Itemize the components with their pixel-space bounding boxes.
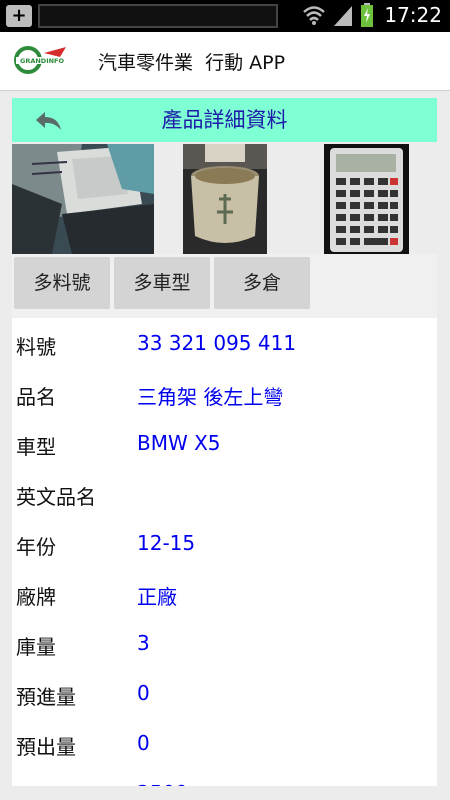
add-notification-icon: + [6,5,32,27]
tab-multi-warehouse[interactable]: 多倉 [214,257,310,309]
field-value: BMW X5 [137,431,221,455]
field-value: 2500 [137,781,188,786]
field-label: A價 [16,781,50,786]
field-label: 預出量 [16,735,76,759]
tab-multi-part-number[interactable]: 多料號 [14,257,110,309]
field-value: 0 [137,731,150,755]
field-label: 料號 [16,335,56,359]
field-row-stock: 庫量 3 [12,623,437,663]
field-value: 33 321 095 411 [137,331,297,355]
app-bar: GRANDINFO 汽車零件業 行動 APP [0,32,450,91]
field-label: 年份 [16,535,56,559]
field-label: 英文品名 [16,485,96,509]
back-arrow-icon[interactable] [34,109,64,133]
field-label: 廠牌 [16,585,56,609]
signal-icon [334,6,353,26]
field-row-product-name: 品名 三角架 後左上彎 [12,373,437,413]
status-icons: 17:22 [302,3,442,27]
field-value: 三角架 後左上彎 [137,385,284,409]
product-detail-panel: 產品詳細資料 多料號 多車型 多倉 料號 33 321 095 411 品名 三… [12,96,437,786]
page-title: 產品詳細資料 [161,108,288,132]
field-label: 預進量 [16,685,76,709]
field-value: 3 [137,631,150,655]
field-value: 12-15 [137,531,196,555]
tab-multi-vehicle-model[interactable]: 多車型 [114,257,210,309]
tab-row: 多料號 多車型 多倉 [12,254,437,318]
field-row-brand: 廠牌 正廠 [12,573,437,613]
battery-charging-icon [361,3,374,27]
product-photo-calculator[interactable] [324,144,409,254]
wifi-icon [303,6,326,25]
notification-area [38,4,278,28]
app-logo: GRANDINFO [14,46,68,74]
field-label: 品名 [16,385,56,409]
field-value: 0 [137,681,150,705]
detail-fields: 料號 33 321 095 411 品名 三角架 後左上彎 車型 BMW X5 … [12,318,437,786]
field-row-outgoing: 預出量 0 [12,723,437,763]
field-label: 車型 [16,435,56,459]
logo-text: GRANDINFO [20,57,65,65]
field-row-year: 年份 12-15 [12,523,437,563]
product-photo-cup[interactable] [183,144,267,254]
clock: 17:22 [384,3,442,27]
field-row-english-name: 英文品名 [12,473,437,513]
product-photo-documents[interactable] [12,144,154,254]
field-row-incoming: 預進量 0 [12,673,437,713]
detail-header: 產品詳細資料 [12,98,437,142]
field-label: 庫量 [16,635,56,659]
field-value: 正廠 [137,585,177,609]
field-row-price-a: A價 2500 [12,773,437,786]
field-row-part-number: 料號 33 321 095 411 [12,323,437,363]
status-bar: + 17:22 [0,0,450,32]
field-row-vehicle-model: 車型 BMW X5 [12,423,437,463]
app-title: 汽車零件業 行動 APP [98,52,286,74]
